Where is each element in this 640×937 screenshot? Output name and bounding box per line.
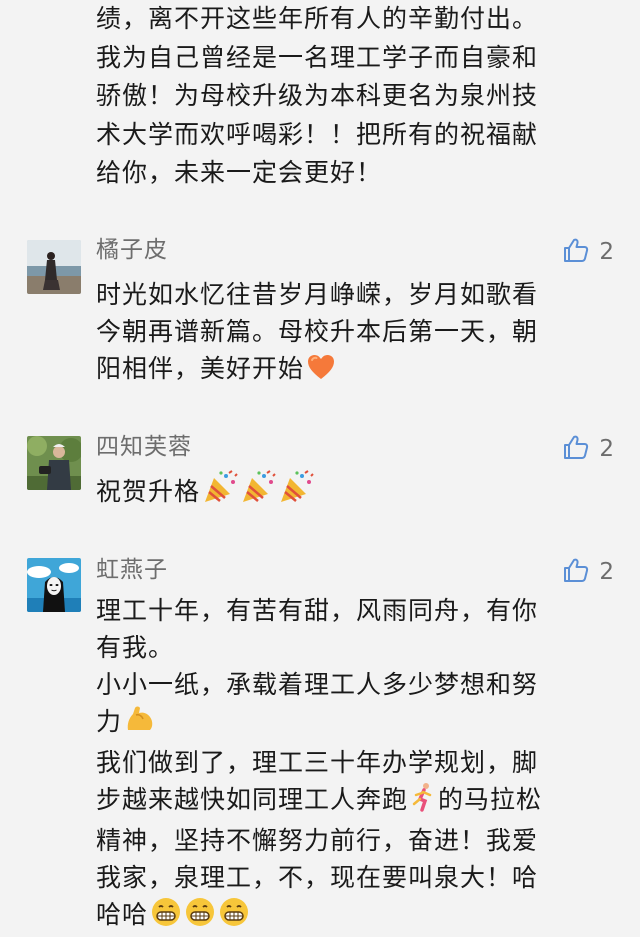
comment-line: 绩，离不开这些年所有人的辛勤付出。 [96, 4, 539, 33]
comment-line: 我们做到了，理工三十年办学规划，脚 [96, 748, 539, 777]
comment-line-with-emoji: 力 [96, 703, 616, 744]
like-button[interactable]: 2 [563, 237, 614, 267]
like-count: 2 [599, 436, 614, 462]
comment-line: 的马拉松 [438, 785, 543, 814]
comment-line: 哈哈 [96, 900, 149, 929]
comment-line: 骄傲！为母校升级为本科更名为泉州技 [96, 81, 539, 110]
party-popper-emoji [240, 470, 276, 514]
thumbs-up-icon [563, 434, 589, 464]
like-count: 2 [599, 559, 614, 585]
party-popper-emoji [278, 470, 314, 514]
thumbs-up-icon [563, 557, 589, 587]
nickname[interactable]: 橘子皮 [96, 235, 168, 265]
flexed-biceps-emoji [124, 704, 156, 744]
comment-line: 给你，未来一定会更好！ [96, 158, 383, 187]
comment-line: 时光如水忆往昔岁月峥嵘，岁月如歌看 [96, 280, 539, 309]
previous-comment-text: 绩，离不开这些年所有人的辛勤付出。 我为自己曾经是一名理工学子而自豪和 骄傲！为… [96, 0, 616, 193]
person-running-emoji [410, 782, 438, 822]
comment-text: 时光如水忆往昔岁月峥嵘，岁月如歌看 今朝再谱新篇。母校升本后第一天，朝 阳相伴，… [96, 276, 616, 391]
comment-line: 我为自己曾经是一名理工学子而自豪和 [96, 42, 539, 72]
comment-text: 理工十年，有苦有甜，风雨同舟，有你 有我。 小小一纸，承载着理工人多少梦想和努 … [96, 592, 616, 937]
comment-line: 我家，泉理工，不，现在要叫泉大！哈 [96, 863, 539, 892]
comment-line: 今朝再谱新篇。母校升本后第一天，朝 [96, 317, 539, 346]
comment-line: 阳相伴，美好开始 [96, 354, 305, 383]
like-button[interactable]: 2 [563, 557, 614, 587]
comment-line: 有我。 [96, 633, 175, 662]
grinning-face-emoji [184, 897, 216, 937]
comment-line: 力 [96, 707, 123, 736]
like-button[interactable]: 2 [563, 434, 614, 464]
comment-text: 祝贺升格 [96, 470, 616, 514]
thumbs-up-icon [563, 237, 589, 267]
comment-line-with-emoji: 祝贺升格 [96, 470, 616, 514]
comment-line-with-emoji: 阳相伴，美好开始 [96, 350, 616, 391]
comment-line: 祝贺升格 [96, 477, 201, 506]
nickname[interactable]: 虹燕子 [96, 555, 168, 585]
like-count: 2 [599, 239, 614, 265]
comment-line: 理工十年，有苦有甜，风雨同舟，有你 [96, 596, 539, 625]
party-popper-emoji [202, 470, 238, 514]
comment-line: 术大学而欢呼喝彩！！把所有的祝福献 [96, 119, 539, 149]
grinning-face-emoji [218, 897, 250, 937]
comment-line-with-emoji: 步越来越快如同理工人奔跑 的马拉松 [96, 781, 616, 822]
avatar[interactable] [27, 436, 81, 490]
comment-line: 步越来越快如同理工人奔跑 [96, 785, 409, 814]
avatar[interactable] [27, 240, 81, 294]
comment-line: 小小一纸，承载着理工人多少梦想和努 [96, 670, 539, 699]
comment-line: 精神，坚持不懈努力前行，奋进！我爱 [96, 826, 539, 855]
avatar[interactable] [27, 558, 81, 612]
nickname[interactable]: 四知芙蓉 [96, 432, 192, 462]
grinning-face-emoji [150, 897, 182, 937]
comment-line-with-emoji: 哈哈 [96, 896, 616, 937]
orange-heart-emoji [306, 353, 336, 391]
